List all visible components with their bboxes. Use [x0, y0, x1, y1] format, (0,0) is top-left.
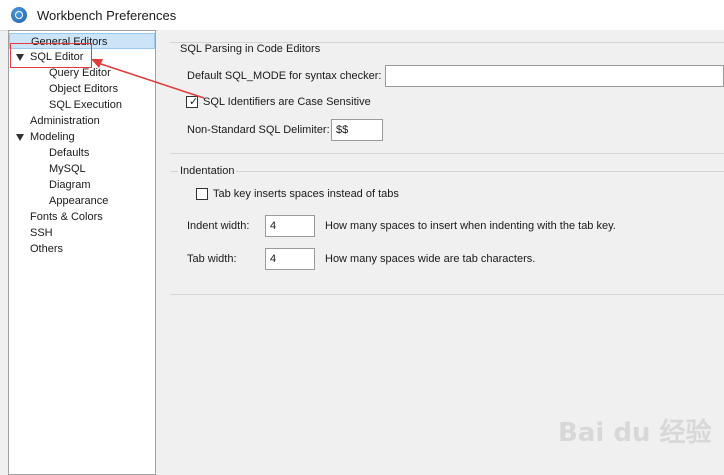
tree-item-label: MySQL [49, 163, 86, 175]
tree-item-label: SQL Execution [49, 99, 122, 111]
settings-panel: SQL Parsing in Code Editors Default SQL_… [158, 30, 724, 475]
tree-item-sql-editor[interactable]: SQL Editor [16, 49, 83, 65]
sql-mode-input[interactable] [385, 65, 724, 87]
expand-arrow-icon[interactable] [16, 53, 24, 61]
sql-parsing-group-title: SQL Parsing in Code Editors [178, 43, 323, 55]
case-sensitive-checkbox[interactable]: ✓ [186, 96, 198, 108]
tree-item-others[interactable]: Others [30, 241, 63, 257]
preferences-tree[interactable]: General Editors SQL Editor Query Editor … [8, 30, 156, 475]
tree-item-label: Diagram [49, 179, 91, 191]
tree-item-label: SSH [30, 227, 53, 239]
window-title: Workbench Preferences [37, 8, 177, 23]
tree-item-label: Fonts & Colors [30, 211, 103, 223]
sql-mode-label: Default SQL_MODE for syntax checker: [187, 70, 382, 82]
tab-width-input[interactable] [265, 248, 315, 270]
tree-item-fonts-colors[interactable]: Fonts & Colors [30, 209, 103, 225]
indent-width-label: Indent width: [187, 220, 250, 232]
tree-item-mysql[interactable]: MySQL [49, 161, 86, 177]
indent-width-input[interactable] [265, 215, 315, 237]
indent-width-hint: How many spaces to insert when indenting… [325, 220, 616, 232]
tree-item-label: General Editors [31, 36, 108, 48]
tree-item-label: Defaults [49, 147, 90, 159]
tree-item-object-editors[interactable]: Object Editors [49, 81, 118, 97]
tree-item-label: Object Editors [49, 83, 119, 95]
tree-item-label: Modeling [30, 131, 75, 143]
checkmark-icon: ✓ [189, 96, 199, 108]
tree-item-label: SQL Editor [30, 51, 84, 63]
tree-item-modeling[interactable]: Modeling [16, 129, 75, 145]
tree-item-label: Query Editor [49, 67, 111, 79]
mysql-workbench-icon [11, 7, 27, 23]
tree-item-appearance[interactable]: Appearance [49, 193, 108, 209]
tree-item-label: Appearance [49, 195, 109, 207]
tree-item-ssh[interactable]: SSH [30, 225, 53, 241]
expand-arrow-icon[interactable] [16, 133, 24, 141]
tree-item-label: Others [30, 243, 64, 255]
tree-item-label: Administration [30, 115, 100, 127]
tab-width-label: Tab width: [187, 253, 237, 265]
indentation-group-title: Indentation [178, 165, 237, 177]
title-bar: Workbench Preferences [0, 0, 724, 31]
baidu-watermark: Bai du 经验 [558, 418, 712, 448]
delimiter-label: Non-Standard SQL Delimiter: [187, 124, 330, 136]
delimiter-input[interactable] [331, 119, 383, 141]
tree-item-defaults[interactable]: Defaults [49, 145, 89, 161]
tree-item-administration[interactable]: Administration [30, 113, 100, 129]
case-sensitive-label[interactable]: SQL Identifiers are Case Sensitive [203, 96, 371, 108]
tree-item-query-editor[interactable]: Query Editor [49, 65, 111, 81]
tab-width-hint: How many spaces wide are tab characters. [325, 253, 536, 265]
tree-item-general-editors[interactable]: General Editors [9, 33, 155, 49]
tree-item-sql-execution[interactable]: SQL Execution [49, 97, 122, 113]
tree-item-diagram[interactable]: Diagram [49, 177, 91, 193]
tab-spaces-label[interactable]: Tab key inserts spaces instead of tabs [213, 188, 399, 200]
tab-spaces-checkbox[interactable] [196, 188, 208, 200]
